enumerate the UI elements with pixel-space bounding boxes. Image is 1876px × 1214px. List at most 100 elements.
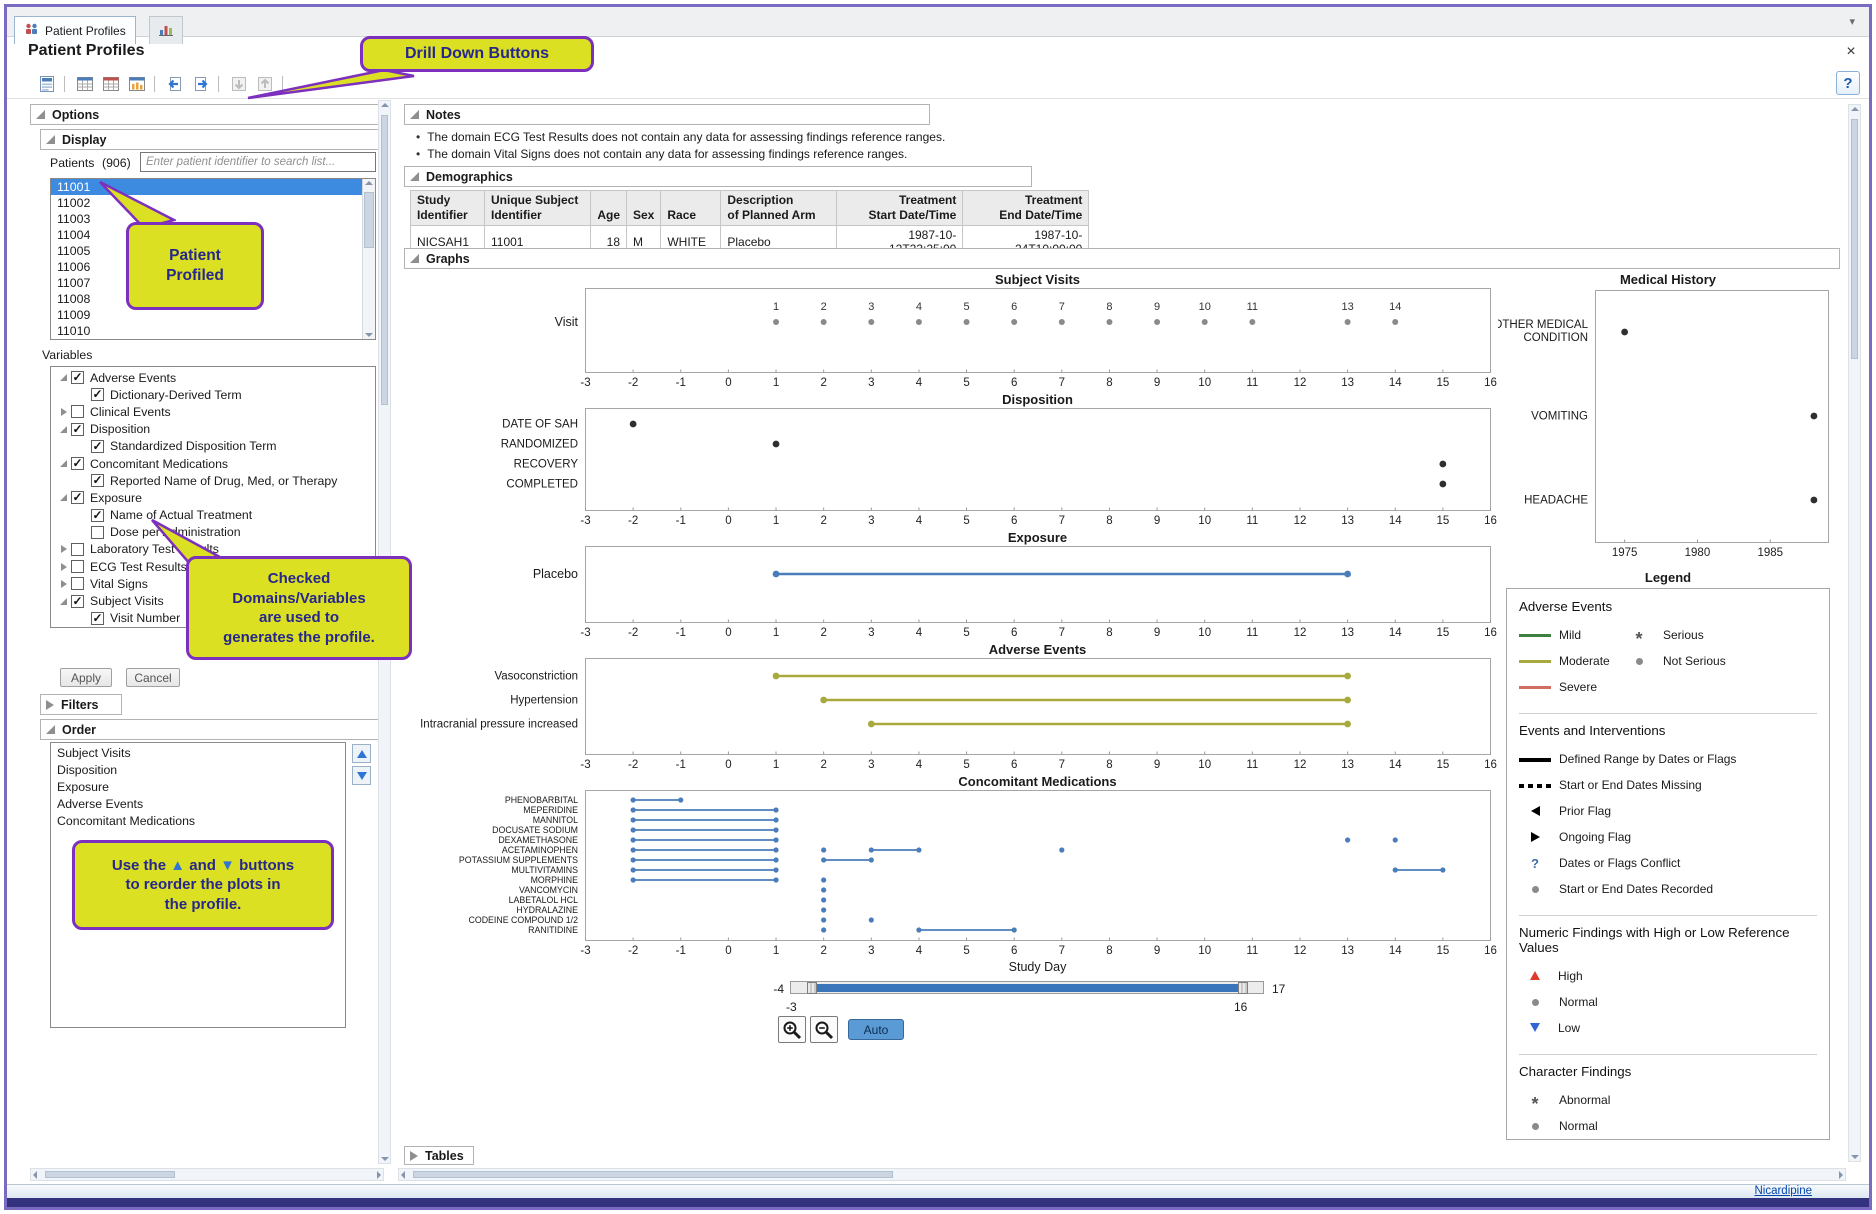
variable-row[interactable]: ✓Adverse Events (51, 369, 375, 386)
scroll-down-icon[interactable] (1851, 1155, 1859, 1159)
variable-row[interactable]: ✓Exposure (51, 489, 375, 506)
variable-row[interactable]: ✓Standardized Disposition Term (51, 438, 375, 455)
scroll-up-icon[interactable] (365, 181, 373, 185)
order-list-item[interactable]: Adverse Events (51, 796, 345, 813)
collapse-triangle-icon[interactable] (36, 110, 45, 119)
collapse-triangle-icon[interactable] (56, 494, 71, 501)
nicardipine-link[interactable]: Nicardipine (1754, 1185, 1812, 1197)
options-header[interactable]: Options (30, 104, 384, 125)
collapse-triangle-icon[interactable] (410, 172, 419, 181)
variable-row[interactable]: Clinical Events (51, 403, 375, 420)
expand-triangle-icon[interactable] (56, 580, 71, 588)
close-button[interactable]: × (1840, 41, 1862, 63)
scroll-right-icon[interactable] (1839, 1171, 1843, 1179)
study-day-range-slider[interactable] (790, 981, 1264, 994)
scroll-thumb[interactable] (1851, 119, 1858, 359)
scroll-left-icon[interactable] (401, 1171, 405, 1179)
patient-list-item[interactable]: 11010 (51, 323, 375, 339)
collapse-triangle-icon[interactable] (410, 254, 419, 263)
expand-triangle-icon[interactable] (410, 1151, 418, 1161)
variable-checkbox[interactable] (71, 543, 84, 556)
cancel-button[interactable]: Cancel (126, 668, 180, 687)
scroll-right-icon[interactable] (377, 1171, 381, 1179)
collapse-triangle-icon[interactable] (56, 426, 71, 433)
demographics-header[interactable]: Demographics (404, 166, 1032, 187)
collapse-triangle-icon[interactable] (56, 374, 71, 381)
order-list-item[interactable]: Concomitant Medications (51, 813, 345, 830)
next-subject-icon[interactable] (190, 73, 212, 95)
slider-right-grip[interactable] (1238, 982, 1248, 994)
zoom-in-button[interactable] (778, 1016, 806, 1043)
variable-checkbox[interactable]: ✓ (91, 440, 104, 453)
patient-search-input[interactable] (140, 152, 376, 172)
data-table-red-icon[interactable] (100, 73, 122, 95)
variable-checkbox[interactable]: ✓ (71, 457, 84, 470)
patient-list-scrollbar[interactable] (362, 179, 375, 339)
scroll-thumb[interactable] (45, 1171, 175, 1178)
scroll-down-icon[interactable] (381, 1157, 389, 1161)
variable-checkbox[interactable]: ✓ (91, 388, 104, 401)
tables-header[interactable]: Tables (404, 1146, 474, 1165)
scroll-thumb[interactable] (413, 1171, 893, 1178)
variable-row[interactable]: ✓Dictionary-Derived Term (51, 386, 375, 403)
expand-triangle-icon[interactable] (56, 545, 71, 553)
variable-checkbox[interactable]: ✓ (71, 595, 84, 608)
order-move-up-button[interactable] (352, 744, 371, 763)
variable-checkbox[interactable] (71, 405, 84, 418)
zoom-out-button[interactable] (810, 1016, 838, 1043)
expand-triangle-icon[interactable] (46, 700, 54, 710)
slider-left-grip[interactable] (807, 982, 817, 994)
collapse-triangle-icon[interactable] (410, 110, 419, 119)
collapse-triangle-icon[interactable] (56, 598, 71, 605)
scroll-thumb[interactable] (364, 192, 374, 248)
data-table-chart-icon[interactable] (126, 73, 148, 95)
concomitant-medications-chart-plot[interactable]: -3-2-1012345678910111213141516PHENOBARBI… (404, 790, 1500, 960)
variable-checkbox[interactable] (71, 560, 84, 573)
adverse-events-chart-plot[interactable]: -3-2-1012345678910111213141516Vasoconstr… (404, 658, 1500, 774)
apply-button[interactable]: Apply (60, 668, 112, 687)
filters-header[interactable]: Filters (40, 694, 122, 715)
previous-subject-icon[interactable] (164, 73, 186, 95)
collapse-triangle-icon[interactable] (46, 135, 55, 144)
options-panel-hscrollbar[interactable] (30, 1168, 384, 1181)
collapse-triangle-icon[interactable] (46, 725, 55, 734)
variable-row[interactable]: ✓Reported Name of Drug, Med, or Therapy (51, 472, 375, 489)
subject-visits-chart-plot[interactable]: -3-2-1012345678910111213141516Visit12345… (404, 288, 1500, 392)
order-header[interactable]: Order (40, 719, 384, 740)
variable-checkbox[interactable]: ✓ (91, 474, 104, 487)
variable-row[interactable]: ✓Concomitant Medications (51, 455, 375, 472)
variable-checkbox[interactable]: ✓ (71, 423, 84, 436)
variable-row[interactable]: ✓Disposition (51, 421, 375, 438)
notes-header[interactable]: Notes (404, 104, 930, 125)
medical-history-chart-plot[interactable]: 197519801985OTHER MEDICALCONDITIONVOMITI… (1498, 290, 1838, 562)
order-move-down-button[interactable] (352, 766, 371, 785)
expand-triangle-icon[interactable] (56, 563, 71, 571)
slider-range-fill[interactable] (813, 984, 1242, 992)
main-vscrollbar[interactable] (1848, 104, 1861, 1162)
variable-checkbox[interactable]: ✓ (91, 612, 104, 625)
main-hscrollbar[interactable] (398, 1168, 1846, 1181)
variable-checkbox[interactable] (71, 577, 84, 590)
graphs-header[interactable]: Graphs (404, 248, 1840, 269)
help-button[interactable]: ? (1836, 71, 1860, 95)
order-list-item[interactable]: Subject Visits (51, 745, 345, 762)
profile-report-icon[interactable] (36, 73, 58, 95)
order-list-item[interactable]: Disposition (51, 762, 345, 779)
disposition-chart-plot[interactable]: -3-2-1012345678910111213141516DATE OF SA… (404, 408, 1500, 530)
exposure-chart-plot[interactable]: -3-2-1012345678910111213141516Placebo (404, 546, 1500, 642)
scroll-up-icon[interactable] (381, 103, 389, 107)
auto-zoom-button[interactable]: Auto (848, 1019, 904, 1040)
expand-triangle-icon[interactable] (56, 408, 71, 416)
display-header[interactable]: Display (40, 129, 384, 150)
scroll-up-icon[interactable] (1851, 107, 1859, 111)
scroll-left-icon[interactable] (33, 1171, 37, 1179)
data-table-blue-icon[interactable] (74, 73, 96, 95)
variable-checkbox[interactable] (91, 526, 104, 539)
variable-checkbox[interactable]: ✓ (91, 509, 104, 522)
collapse-triangle-icon[interactable] (56, 460, 71, 467)
tab-overflow-icon[interactable]: ▾ (1849, 15, 1855, 28)
tab-patient-profiles[interactable]: Patient Profiles (14, 16, 136, 44)
tab-data-table[interactable] (149, 16, 183, 44)
scroll-thumb[interactable] (381, 115, 388, 405)
variable-checkbox[interactable]: ✓ (71, 371, 84, 384)
